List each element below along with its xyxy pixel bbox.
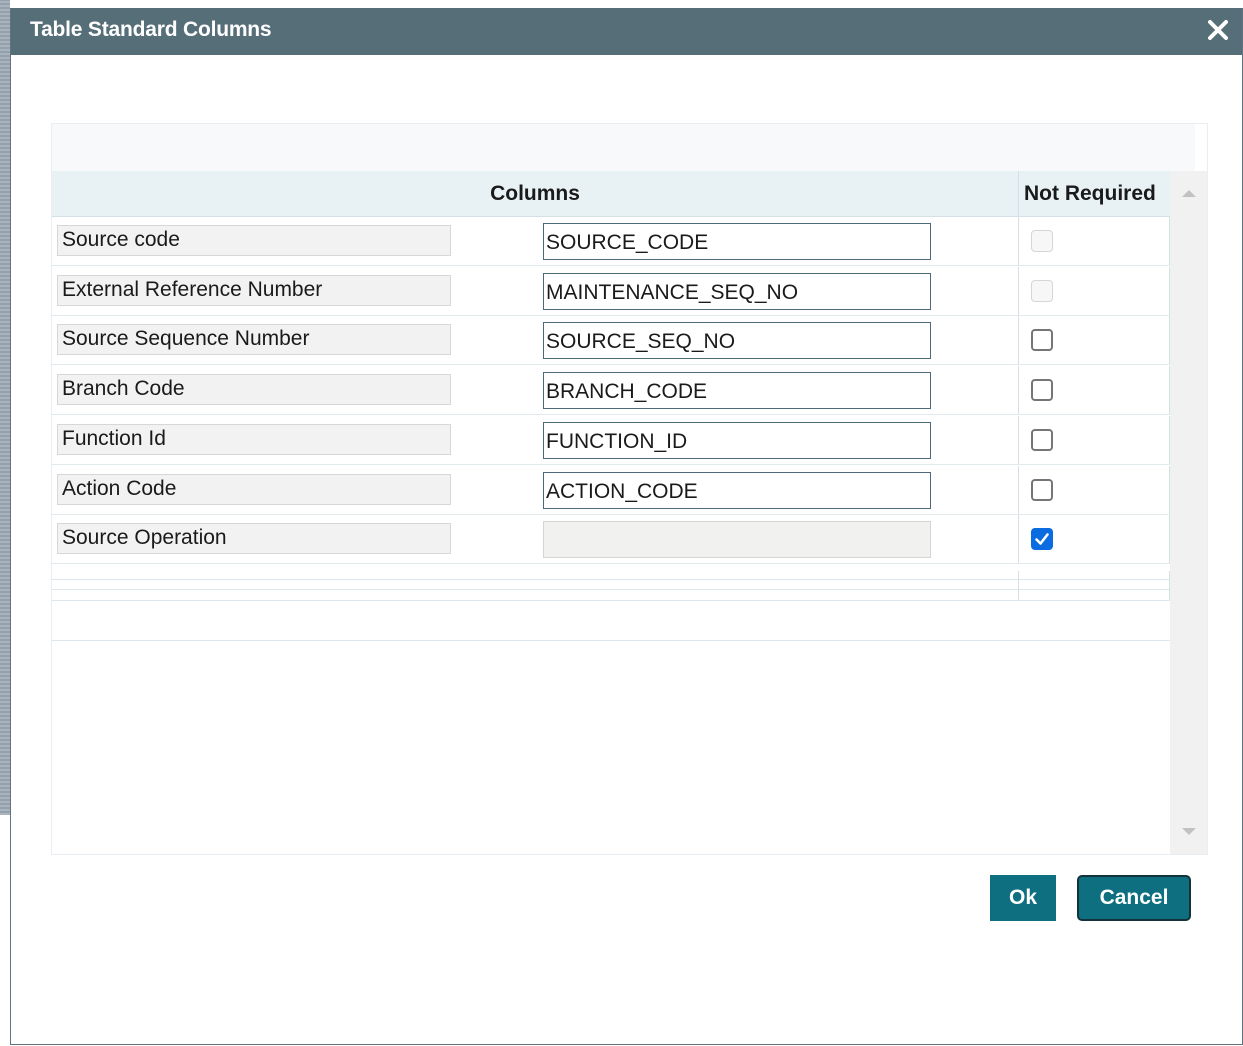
- not-required-cell: [1018, 316, 1170, 364]
- column-name-input[interactable]: [543, 472, 931, 509]
- header-columns: Columns: [490, 182, 580, 205]
- not-required-checkbox[interactable]: [1031, 479, 1053, 501]
- scroll-up-arrow-icon[interactable]: [1181, 187, 1197, 199]
- not-required-cell: [1018, 217, 1170, 265]
- close-button[interactable]: [1202, 14, 1234, 46]
- ok-button[interactable]: Ok: [990, 875, 1056, 921]
- grid-vertical-scrollbar[interactable]: [1170, 171, 1207, 854]
- not-required-checkbox[interactable]: [1031, 429, 1053, 451]
- grid-empty-row-cell: [1018, 571, 1170, 600]
- not-required-cell: [1018, 366, 1170, 414]
- header-not-required: Not Required: [1018, 171, 1170, 216]
- table-row: Action Code: [52, 466, 1170, 515]
- column-name-input[interactable]: [543, 372, 931, 409]
- column-label: Source code: [57, 225, 451, 256]
- column-label: Function Id: [57, 424, 451, 455]
- table-row: Source Operation: [52, 515, 1170, 564]
- dialog-title: Table Standard Columns: [30, 18, 272, 41]
- table-row: External Reference Number: [52, 267, 1170, 316]
- grid-toolbar-strip: [52, 124, 1195, 171]
- grid-empty-row-line: [52, 589, 1170, 590]
- columns-grid: Columns Not Required Source code External…: [51, 123, 1208, 855]
- checkmark-icon: [1035, 533, 1049, 545]
- column-name-input[interactable]: [543, 273, 931, 310]
- column-label: Source Operation: [57, 523, 451, 554]
- not-required-cell: [1018, 466, 1170, 514]
- scroll-down-arrow-icon[interactable]: [1181, 826, 1197, 838]
- column-name-input[interactable]: [543, 322, 931, 359]
- not-required-checkbox[interactable]: [1031, 528, 1053, 550]
- not-required-checkbox: [1031, 280, 1053, 302]
- not-required-cell: [1018, 515, 1170, 563]
- not-required-cell: [1018, 267, 1170, 315]
- not-required-checkbox: [1031, 230, 1053, 252]
- table-standard-columns-dialog: Table Standard Columns Columns Not Requi…: [10, 8, 1243, 1045]
- close-icon: [1208, 20, 1228, 40]
- grid-empty-row-line: [52, 600, 1170, 601]
- dialog-titlebar: Table Standard Columns: [11, 8, 1242, 55]
- table-row: Source code: [52, 217, 1170, 266]
- column-label: Branch Code: [57, 374, 451, 405]
- not-required-checkbox[interactable]: [1031, 329, 1053, 351]
- column-label: Action Code: [57, 474, 451, 505]
- grid-empty-row-line: [52, 579, 1170, 580]
- table-row: Branch Code: [52, 366, 1170, 415]
- grid-footer-line: [52, 640, 1170, 641]
- not-required-cell: [1018, 416, 1170, 464]
- column-label: External Reference Number: [57, 275, 451, 306]
- column-label: Source Sequence Number: [57, 324, 451, 355]
- column-name-input[interactable]: [543, 422, 931, 459]
- column-name-input[interactable]: [543, 223, 931, 260]
- cancel-button[interactable]: Cancel: [1077, 875, 1191, 921]
- table-row: Function Id: [52, 416, 1170, 465]
- table-row: Source Sequence Number: [52, 316, 1170, 365]
- not-required-checkbox[interactable]: [1031, 379, 1053, 401]
- background-window-edge: [0, 0, 10, 815]
- column-name-input: [543, 521, 931, 558]
- grid-header-row: Columns Not Required: [52, 171, 1170, 217]
